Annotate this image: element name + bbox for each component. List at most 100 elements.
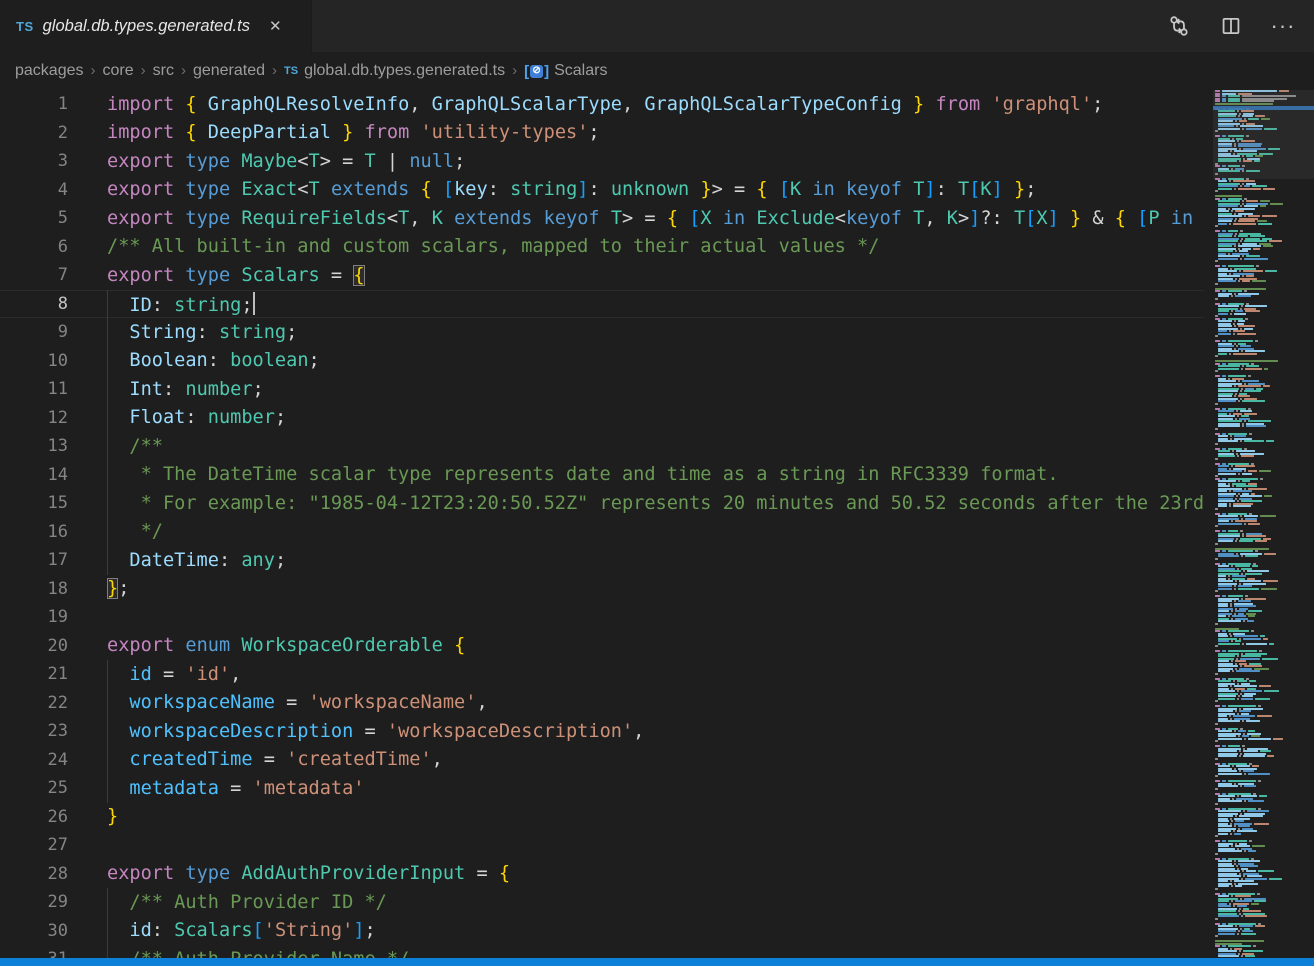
code-line[interactable]: 2import { DeepPartial } from 'utility-ty… — [0, 119, 1204, 148]
code-line[interactable]: 27 — [0, 831, 1204, 860]
code-line[interactable]: 22 workspaceName = 'workspaceName', — [0, 689, 1204, 718]
editor: 1import { GraphQLResolveInfo, GraphQLSca… — [0, 90, 1314, 958]
line-number: 24 — [0, 750, 107, 770]
code-line[interactable]: 21 id = 'id', — [0, 660, 1204, 689]
line-number: 29 — [0, 892, 107, 912]
indent-guide — [107, 318, 108, 347]
line-number: 19 — [0, 607, 107, 627]
line-number: 21 — [0, 664, 107, 684]
line-number: 31 — [0, 949, 107, 958]
code-line[interactable]: 10 Boolean: boolean; — [0, 347, 1204, 376]
code-line[interactable]: 8 ID: string; — [0, 290, 1204, 319]
breadcrumb-file-name: global.db.types.generated.ts — [304, 62, 505, 80]
breadcrumb-item-file[interactable]: TS global.db.types.generated.ts — [284, 62, 505, 80]
code-line[interactable]: 25 metadata = 'metadata' — [0, 774, 1204, 803]
line-number: 16 — [0, 522, 107, 542]
line-number: 27 — [0, 835, 107, 855]
typescript-file-icon: TS — [284, 65, 298, 77]
tab-bar: TS global.db.types.generated.ts ✕ — [0, 0, 1314, 52]
code-line[interactable]: 5export type RequireFields<T, K extends … — [0, 204, 1204, 233]
code-area[interactable]: 1import { GraphQLResolveInfo, GraphQLSca… — [0, 90, 1204, 958]
tab-global-db-types[interactable]: TS global.db.types.generated.ts ✕ — [0, 0, 312, 52]
line-number: 23 — [0, 721, 107, 741]
code-line[interactable]: 6/** All built-in and custom scalars, ma… — [0, 233, 1204, 262]
code-line[interactable]: 16 */ — [0, 518, 1204, 547]
bottom-accent-bar — [0, 958, 1314, 966]
code-line[interactable]: 11 Int: number; — [0, 375, 1204, 404]
chevron-right-icon: › — [272, 62, 277, 79]
breadcrumb-item-generated[interactable]: generated — [193, 62, 265, 80]
typescript-file-icon: TS — [16, 19, 34, 34]
code-line[interactable]: 28export type AddAuthProviderInput = { — [0, 860, 1204, 889]
line-number: 11 — [0, 379, 107, 399]
symbol-type-icon: [⊘] — [524, 63, 549, 80]
code-line[interactable]: 14 * The DateTime scalar type represents… — [0, 461, 1204, 490]
code-line[interactable]: 23 workspaceDescription = 'workspaceDesc… — [0, 717, 1204, 746]
breadcrumb-item-core[interactable]: core — [103, 62, 134, 80]
breadcrumb-item-packages[interactable]: packages — [15, 62, 84, 80]
indent-guide — [107, 660, 108, 689]
indent-guide — [107, 888, 108, 917]
indent-guide — [107, 404, 108, 433]
chevron-right-icon: › — [141, 62, 146, 79]
minimap[interactable] — [1213, 90, 1314, 958]
line-number: 1 — [0, 94, 107, 114]
code-line[interactable]: 12 Float: number; — [0, 404, 1204, 433]
code-line[interactable]: 4export type Exact<T extends { [key: str… — [0, 176, 1204, 205]
breadcrumb-item-symbol[interactable]: [⊘] Scalars — [524, 62, 607, 80]
breadcrumb: packages › core › src › generated › TS g… — [0, 52, 1314, 90]
indent-guide — [107, 917, 108, 946]
code-line[interactable]: 31 /** Auth Provider Name */ — [0, 945, 1204, 958]
code-line[interactable]: 24 createdTime = 'createdTime', — [0, 746, 1204, 775]
text-cursor — [253, 292, 255, 315]
code-line[interactable]: 15 * For example: "1985-04-12T23:20:50.5… — [0, 489, 1204, 518]
code-line[interactable]: 3export type Maybe<T> = T | null; — [0, 147, 1204, 176]
more-actions-icon[interactable]: ··· — [1272, 15, 1294, 37]
code-line[interactable]: 26} — [0, 803, 1204, 832]
compare-changes-icon[interactable] — [1168, 15, 1190, 37]
line-number: 14 — [0, 465, 107, 485]
split-editor-icon[interactable] — [1220, 15, 1242, 37]
indent-guide — [107, 774, 108, 803]
chevron-right-icon: › — [181, 62, 186, 79]
code-line[interactable]: 30 id: Scalars['String']; — [0, 917, 1204, 946]
line-number: 12 — [0, 408, 107, 428]
tab-title: global.db.types.generated.ts — [43, 17, 250, 36]
indent-guide — [107, 689, 108, 718]
indent-guide — [107, 546, 108, 575]
close-tab-icon[interactable]: ✕ — [265, 15, 286, 37]
indent-guide — [107, 461, 108, 490]
line-number: 2 — [0, 123, 107, 143]
code-line[interactable]: 18}; — [0, 575, 1204, 604]
line-number: 17 — [0, 550, 107, 570]
code-line[interactable]: 17 DateTime: any; — [0, 546, 1204, 575]
code-line[interactable]: 7export type Scalars = { — [0, 261, 1204, 290]
indent-guide — [107, 746, 108, 775]
line-number: 25 — [0, 778, 107, 798]
indent-guide — [107, 290, 108, 319]
line-number: 8 — [0, 294, 107, 314]
line-number: 15 — [0, 493, 107, 513]
line-number: 20 — [0, 636, 107, 656]
minimap-slider[interactable] — [1213, 90, 1314, 179]
code-line[interactable]: 19 — [0, 603, 1204, 632]
line-number: 30 — [0, 921, 107, 941]
code-line[interactable]: 1import { GraphQLResolveInfo, GraphQLSca… — [0, 90, 1204, 119]
line-number: 10 — [0, 351, 107, 371]
breadcrumb-item-src[interactable]: src — [153, 62, 174, 80]
line-number: 7 — [0, 265, 107, 285]
indent-guide — [107, 945, 108, 958]
minimap-content — [1213, 90, 1314, 960]
chevron-right-icon: › — [512, 62, 517, 79]
minimap-current-line-marker — [1213, 106, 1314, 110]
breadcrumb-symbol-name: Scalars — [554, 62, 607, 80]
indent-guide — [107, 432, 108, 461]
indent-guide — [107, 518, 108, 547]
code-line[interactable]: 29 /** Auth Provider ID */ — [0, 888, 1204, 917]
line-number: 9 — [0, 322, 107, 342]
code-line[interactable]: 13 /** — [0, 432, 1204, 461]
indent-guide — [107, 489, 108, 518]
code-line[interactable]: 9 String: string; — [0, 318, 1204, 347]
indent-guide — [107, 347, 108, 376]
code-line[interactable]: 20export enum WorkspaceOrderable { — [0, 632, 1204, 661]
